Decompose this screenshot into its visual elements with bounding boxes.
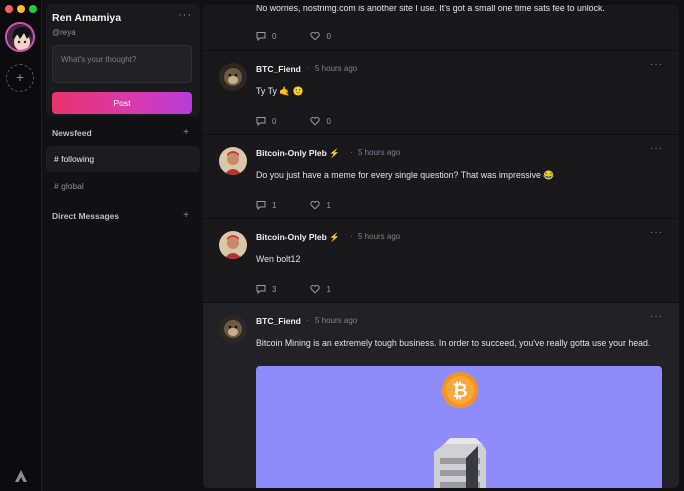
like-button[interactable]: 1: [310, 284, 331, 294]
compose-card: Ren Amamiya @reya ··· Post: [46, 4, 200, 116]
like-count: 1: [326, 284, 331, 294]
reply-button[interactable]: 0: [256, 31, 276, 41]
comment-icon: [256, 117, 266, 126]
bitcoin-miner-illustration-icon: ₿: [434, 372, 486, 488]
maximize-window-button[interactable]: [29, 5, 37, 13]
comment-icon: [256, 285, 266, 294]
post-author[interactable]: BTC_Fiend: [256, 316, 301, 326]
nav-item-global[interactable]: # global: [46, 173, 200, 199]
heart-icon: [310, 200, 321, 210]
like-button[interactable]: 0: [310, 116, 331, 126]
heart-icon: [310, 31, 321, 41]
monkey-avatar-icon: [219, 315, 247, 343]
account-rail: +: [0, 0, 42, 491]
person-avatar-icon: [219, 231, 247, 259]
reply-count: 3: [272, 284, 277, 294]
reply-button[interactable]: 1: [256, 200, 276, 210]
reply-button[interactable]: 0: [256, 116, 276, 126]
post-content: Ty Ty 🤙 🙂: [256, 86, 304, 96]
post-menu-button[interactable]: ···: [650, 143, 663, 154]
feed-post[interactable]: BTC_Fiend · 5 hours ago ··· Ty Ty 🤙 🙂 0 …: [203, 51, 679, 135]
reply-button[interactable]: 3: [256, 284, 276, 294]
add-account-button[interactable]: +: [6, 64, 34, 92]
add-direct-message-button[interactable]: +: [183, 210, 189, 221]
post-actions: 3 1: [256, 284, 331, 294]
post-menu-button[interactable]: ···: [650, 59, 663, 70]
post-content: No worries, nostrimg.com is another site…: [256, 5, 605, 13]
post-content: Do you just have a meme for every single…: [256, 170, 555, 180]
author-avatar[interactable]: [219, 315, 247, 343]
reply-count: 0: [272, 31, 277, 41]
like-count: 1: [326, 200, 331, 210]
newsfeed: ··· No worries, nostrimg.com is another …: [203, 5, 679, 488]
reply-count: 0: [272, 116, 277, 126]
add-newsfeed-button[interactable]: +: [183, 127, 189, 138]
anime-avatar-icon: [7, 24, 33, 50]
separator-dot: ·: [350, 148, 353, 157]
app-logo-icon: [15, 470, 27, 482]
post-time: 5 hours ago: [358, 232, 401, 241]
nav-item-following[interactable]: # following: [46, 146, 200, 172]
post-actions: 0 0: [256, 116, 331, 126]
post-actions: 0 0: [256, 31, 331, 41]
account-avatar[interactable]: [5, 22, 35, 52]
comment-icon: [256, 32, 266, 41]
sidebar: Ren Amamiya @reya ··· Post Newsfeed + # …: [42, 0, 203, 491]
close-window-button[interactable]: [5, 5, 13, 13]
reply-count: 1: [272, 200, 277, 210]
post-content: Wen bolt12: [256, 254, 301, 264]
heart-icon: [310, 116, 321, 126]
separator-dot: ·: [306, 316, 309, 325]
author-avatar[interactable]: [219, 147, 247, 175]
newsfeed-heading: Newsfeed: [52, 128, 92, 138]
post-content: Bitcoin Mining is an extremely tough bus…: [256, 338, 651, 348]
feed-post[interactable]: Bitcoin-Only Pleb ⚡ · 5 hours ago ··· We…: [203, 219, 679, 303]
like-button[interactable]: 0: [310, 31, 331, 41]
feed-post[interactable]: BTC_Fiend · 5 hours ago ··· Bitcoin Mini…: [203, 303, 679, 488]
profile-handle: @reya: [52, 28, 76, 37]
like-count: 0: [326, 31, 331, 41]
svg-text:₿: ₿: [452, 381, 467, 402]
heart-icon: [310, 284, 321, 294]
comment-icon: [256, 201, 266, 210]
author-avatar[interactable]: [219, 231, 247, 259]
post-menu-button[interactable]: ···: [650, 227, 663, 238]
monkey-avatar-icon: [219, 63, 247, 91]
minimize-window-button[interactable]: [17, 5, 25, 13]
direct-messages-heading: Direct Messages: [52, 211, 120, 221]
profile-menu-button[interactable]: ···: [178, 9, 192, 21]
post-author[interactable]: BTC_Fiend: [256, 64, 301, 74]
post-time: 5 hours ago: [315, 316, 358, 325]
post-menu-button[interactable]: ···: [650, 311, 663, 322]
like-button[interactable]: 1: [310, 200, 331, 210]
compose-input[interactable]: [52, 45, 192, 83]
window-controls: [5, 5, 37, 13]
post-time: 5 hours ago: [358, 148, 401, 157]
post-button[interactable]: Post: [52, 92, 192, 114]
post-actions: 1 1: [256, 200, 331, 210]
feed-post[interactable]: Bitcoin-Only Pleb ⚡ · 5 hours ago ··· Do…: [203, 135, 679, 219]
like-count: 0: [326, 116, 331, 126]
separator-dot: ·: [350, 232, 353, 241]
post-author[interactable]: Bitcoin-Only Pleb ⚡: [256, 232, 340, 243]
post-image[interactable]: ₿: [256, 366, 662, 488]
person-avatar-icon: [219, 147, 247, 175]
author-avatar[interactable]: [219, 63, 247, 91]
separator-dot: ·: [306, 64, 309, 73]
post-time: 5 hours ago: [315, 64, 358, 73]
profile-name: Ren Amamiya: [52, 12, 122, 24]
post-author[interactable]: Bitcoin-Only Pleb ⚡: [256, 148, 340, 159]
feed-post[interactable]: ··· No worries, nostrimg.com is another …: [203, 5, 679, 51]
